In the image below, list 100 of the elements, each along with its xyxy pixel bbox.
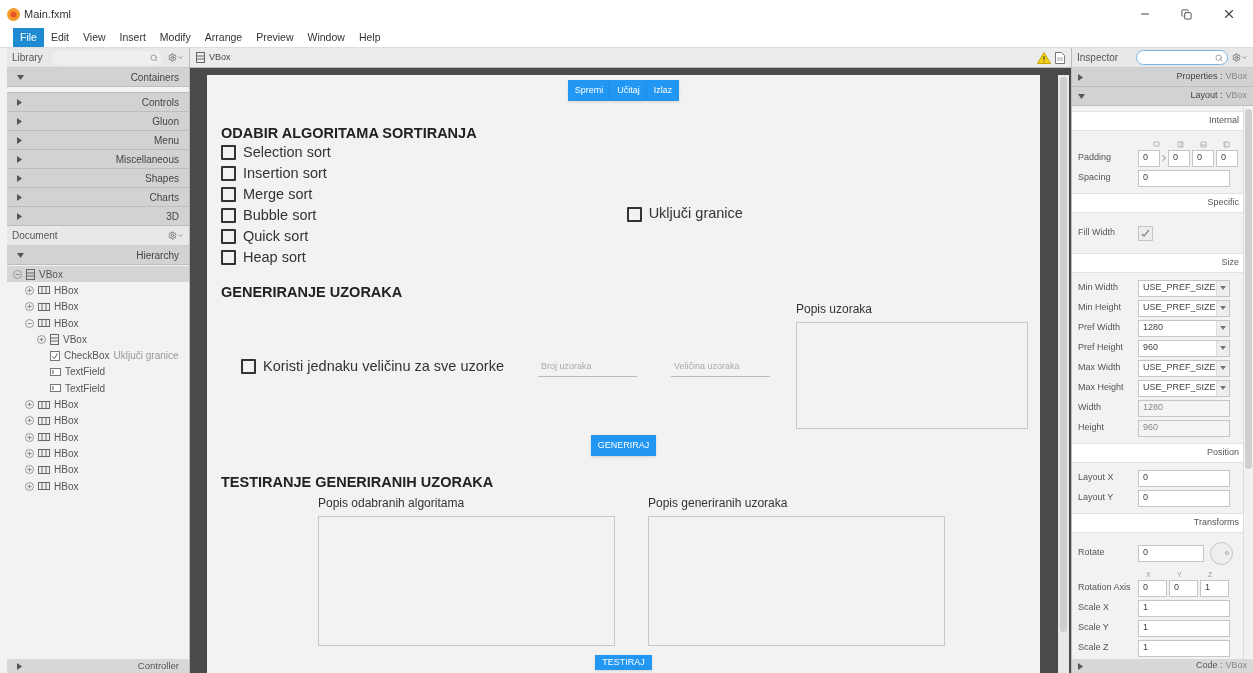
checkbox[interactable] [221, 208, 236, 223]
vbox-icon [26, 268, 35, 280]
library-section[interactable]: Containers [7, 68, 189, 87]
menu-item[interactable]: Window [300, 28, 352, 47]
tree-item[interactable]: VBox [7, 266, 189, 283]
tree-item[interactable]: HBox [7, 298, 189, 315]
property-label: Max Height [1078, 381, 1125, 395]
input-field[interactable]: 0 [1169, 579, 1198, 597]
checkbox[interactable] [626, 206, 642, 222]
scrollbar[interactable] [1243, 106, 1253, 659]
menu-item[interactable]: File [13, 28, 44, 47]
input-field[interactable]: 0 [1138, 544, 1204, 562]
tree-item[interactable]: VBox [7, 331, 189, 348]
input-field[interactable]: 0 [1216, 149, 1238, 167]
tree-item[interactable]: TextField [7, 380, 189, 397]
hierarchy-section[interactable]: Hierarchy [7, 246, 189, 265]
search-field[interactable] [52, 50, 162, 65]
controller-section[interactable]: Controller [7, 659, 189, 673]
dropdown[interactable]: USE_PREF_SIZE [1138, 379, 1230, 397]
breadcrumb[interactable]: VBox [209, 50, 231, 65]
tree-item[interactable]: HBox [7, 412, 189, 429]
library-section[interactable]: Charts [7, 188, 189, 207]
document-icon[interactable] [1055, 51, 1065, 64]
restore-icon[interactable] [1181, 8, 1192, 20]
input-field[interactable]: 0 [1138, 579, 1167, 597]
hbox-icon [38, 449, 50, 458]
section-target: VBox [1225, 70, 1247, 84]
property-label: Rotation Axis [1078, 581, 1132, 595]
tree-item[interactable]: HBox [7, 461, 189, 478]
expand-icon[interactable] [25, 285, 34, 295]
list-label: Popis generiranih uzoraka [648, 495, 789, 512]
input-field[interactable]: 0 [1168, 149, 1190, 167]
input-field[interactable]: 0 [1138, 469, 1230, 487]
collapse-icon[interactable] [25, 318, 34, 328]
settings-icon[interactable] [168, 53, 184, 62]
tree-item[interactable]: HBox [7, 477, 189, 495]
menu-item[interactable]: Modify [152, 28, 198, 47]
expand-icon[interactable] [25, 465, 34, 475]
search-field[interactable] [1136, 50, 1228, 65]
warning-icon[interactable] [1037, 51, 1051, 64]
menu-item[interactable]: Preview [249, 28, 301, 47]
library-section[interactable]: Menu [7, 131, 189, 150]
tree-item[interactable]: HBox [7, 282, 189, 299]
checkbox[interactable] [221, 187, 236, 202]
code-section[interactable]: Code : VBox [1072, 659, 1253, 673]
checkbox[interactable] [241, 359, 256, 375]
dropdown[interactable]: USE_PREF_SIZE [1138, 279, 1230, 297]
tree-item[interactable]: HBox [7, 428, 189, 446]
expand-icon[interactable] [25, 302, 34, 312]
library-section[interactable]: Miscellaneous [7, 150, 189, 169]
scrollbar[interactable] [1058, 75, 1069, 673]
tree-item[interactable]: HBox [7, 445, 189, 462]
expand-icon[interactable] [25, 400, 34, 409]
expand-icon[interactable] [37, 334, 46, 344]
dropdown[interactable]: 1280 [1138, 319, 1230, 337]
expand-icon[interactable] [25, 448, 34, 458]
input-field[interactable]: 0 [1192, 149, 1214, 167]
checkbox[interactable] [221, 229, 236, 244]
input-field[interactable]: 0 [1138, 489, 1230, 507]
close-icon[interactable] [1222, 7, 1236, 21]
menu-item[interactable]: Edit [43, 28, 76, 47]
menu-item[interactable]: View [76, 28, 113, 47]
expand-icon[interactable] [25, 481, 34, 491]
dropdown[interactable]: 960 [1138, 339, 1230, 357]
checkbox[interactable] [221, 250, 236, 265]
side-icon [1152, 141, 1160, 148]
checkbox-label: Bubble sort [243, 205, 317, 225]
expand-icon[interactable] [25, 432, 34, 442]
dropdown[interactable]: USE_PREF_SIZE [1138, 359, 1230, 377]
tree-item[interactable]: HBox [7, 314, 189, 332]
inspector-section[interactable]: Properties : VBox [1072, 68, 1253, 87]
inspector-section[interactable]: Layout : VBox [1072, 87, 1253, 106]
tree-item[interactable]: CheckBox Uključi granice [7, 347, 189, 364]
caret-down-icon [17, 252, 24, 258]
collapse-icon[interactable] [13, 269, 22, 279]
menu-item[interactable]: Insert [112, 28, 153, 47]
hbox-icon [38, 465, 50, 474]
input-field[interactable]: 0 [1138, 169, 1230, 187]
tree-item[interactable]: HBox [7, 396, 189, 413]
settings-icon[interactable] [1232, 53, 1248, 62]
library-section[interactable]: 3D [7, 207, 189, 226]
expand-icon[interactable] [25, 416, 34, 426]
input-field[interactable]: 1 [1138, 599, 1230, 617]
input-field[interactable]: 1 [1138, 619, 1230, 637]
library-section[interactable]: Gluon [7, 112, 189, 131]
node-type: TextField [65, 381, 105, 396]
input-field[interactable]: 0 [1138, 149, 1160, 167]
input-field[interactable]: 1 [1138, 639, 1230, 657]
settings-icon[interactable] [168, 231, 184, 240]
checkbox[interactable] [221, 166, 236, 181]
input-field[interactable]: 1 [1200, 579, 1229, 597]
menu-item[interactable]: Arrange [197, 28, 250, 47]
tree-item[interactable]: TextField [7, 363, 189, 381]
menu-item[interactable]: Help [351, 28, 388, 47]
dropdown[interactable]: USE_PREF_SIZE [1138, 299, 1230, 317]
checkbox[interactable] [221, 145, 236, 160]
chevron-icon[interactable] [1162, 155, 1166, 161]
library-section[interactable]: Controls [7, 93, 189, 112]
property-label: Max Width [1078, 361, 1122, 375]
library-section[interactable]: Shapes [7, 169, 189, 188]
